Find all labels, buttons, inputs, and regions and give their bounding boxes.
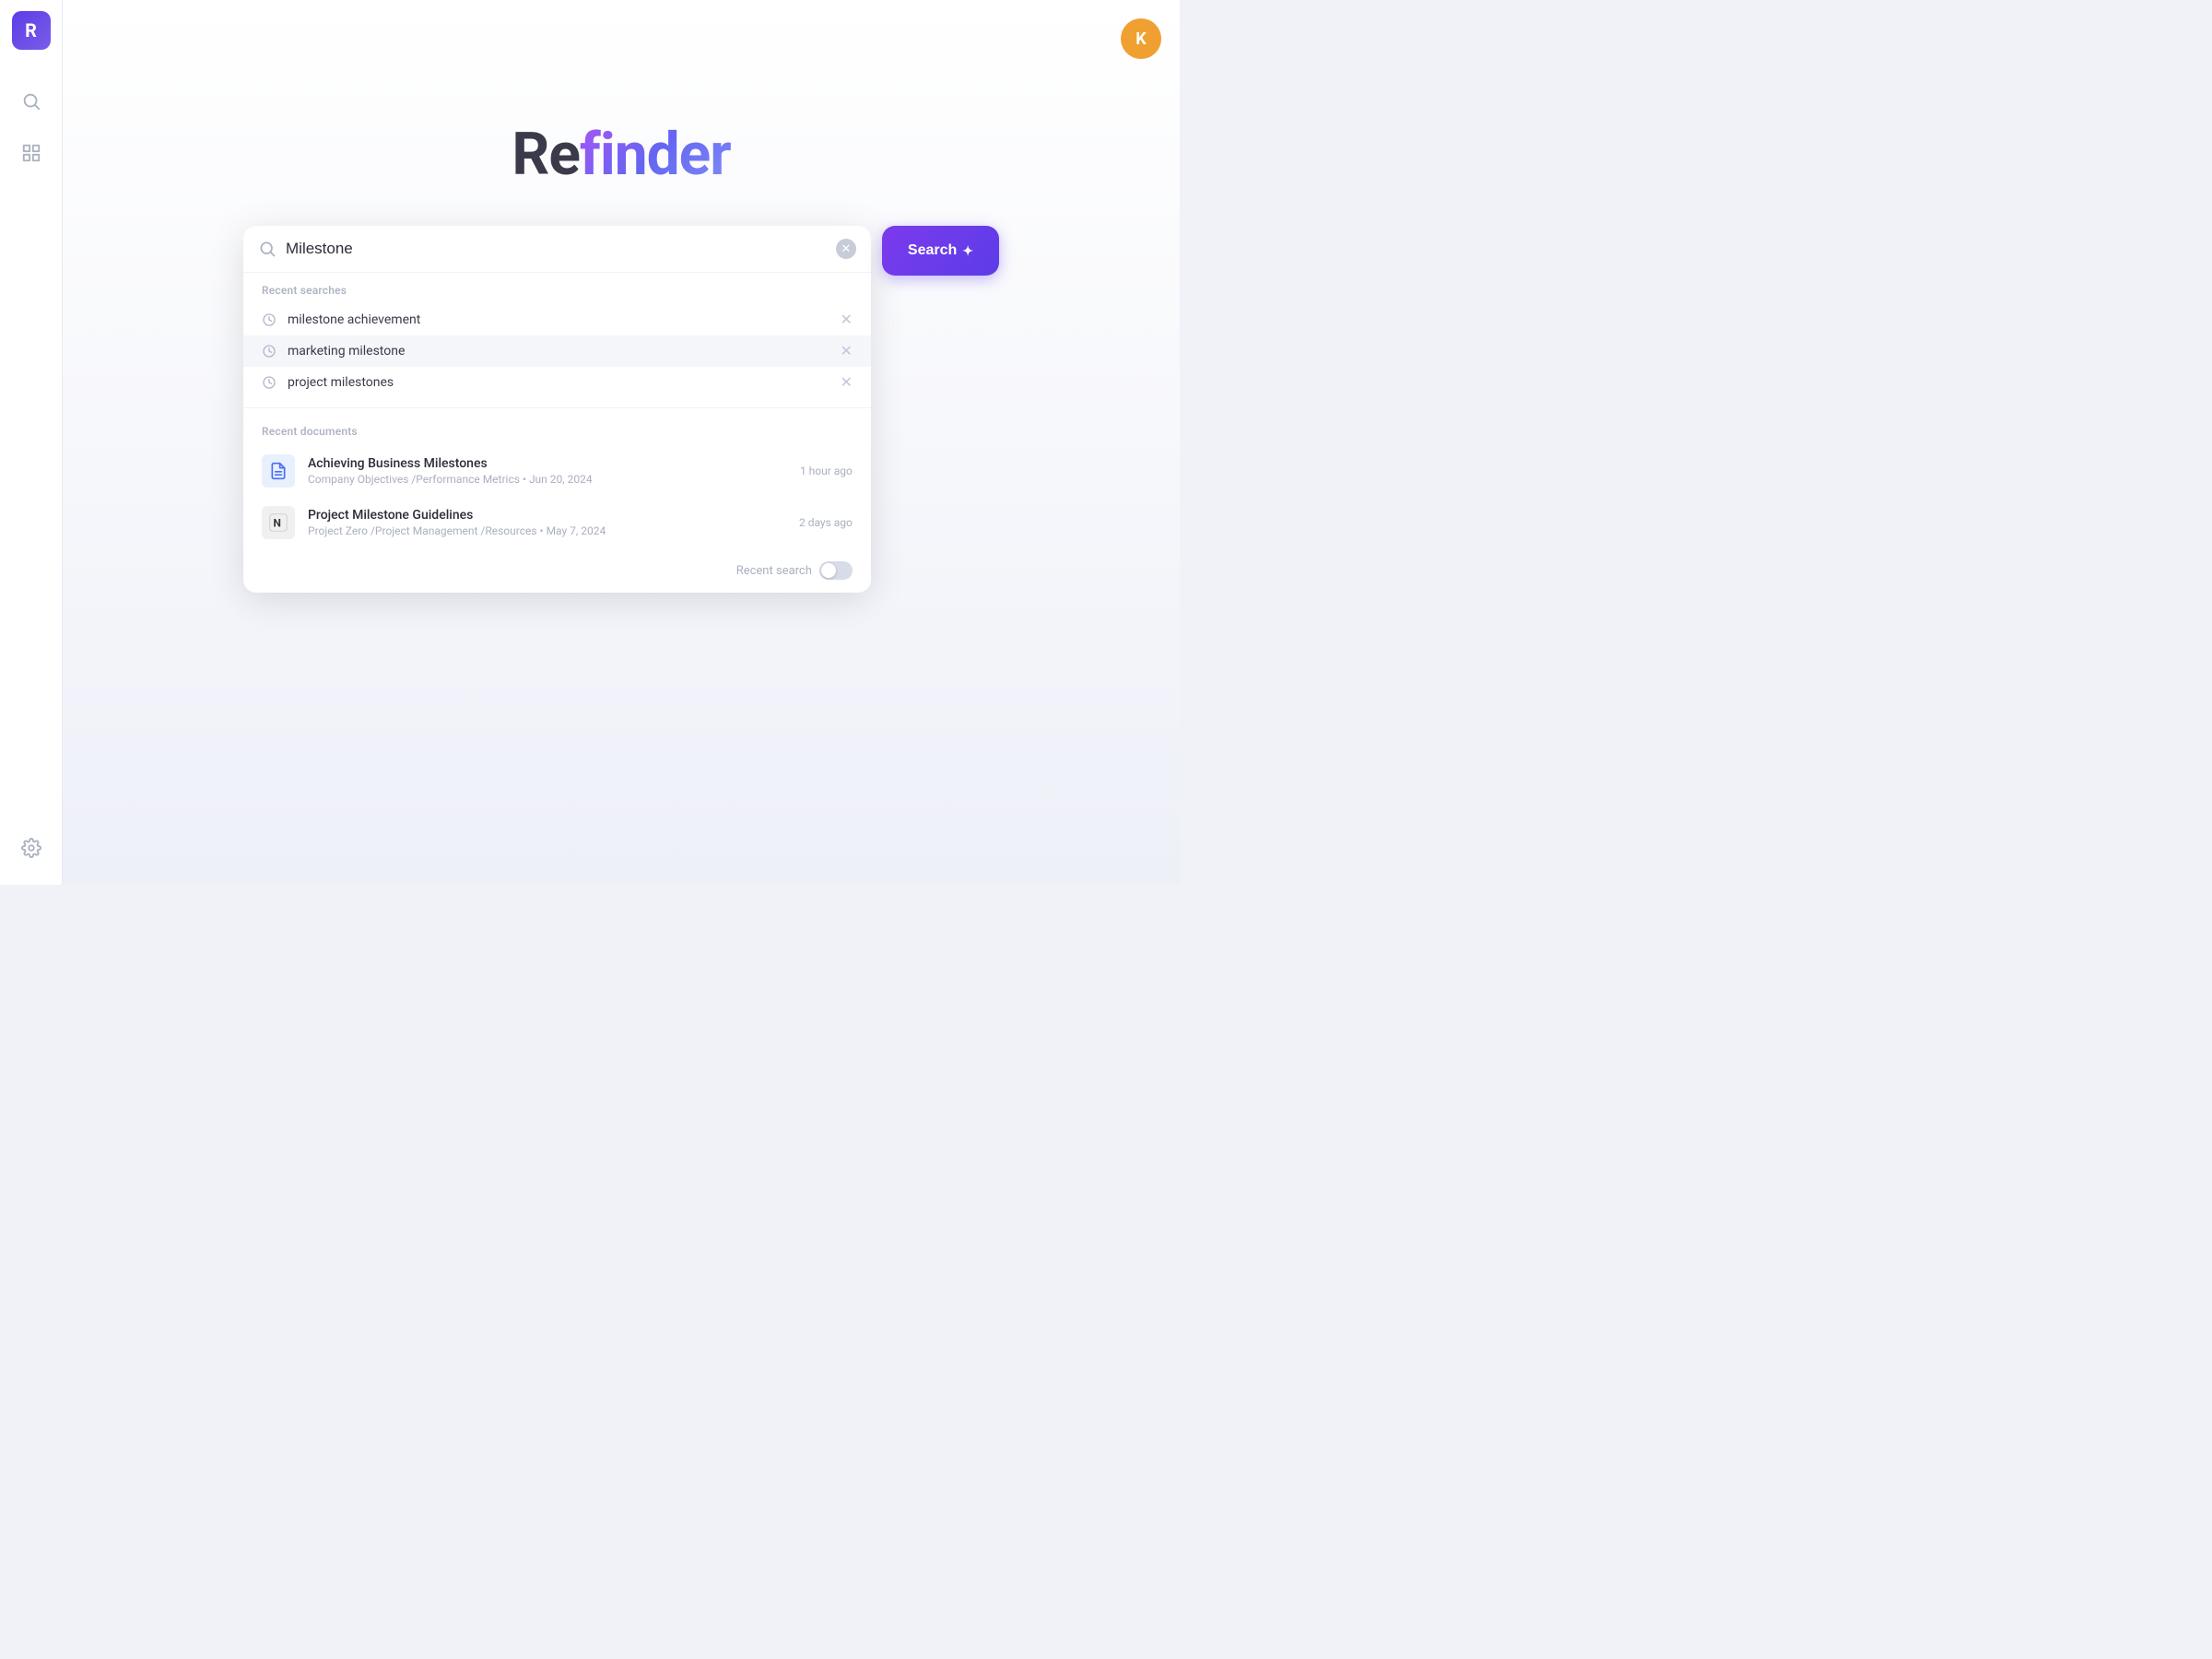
logo-finder: finder [580, 120, 731, 189]
search-input-row: ✕ [243, 226, 871, 273]
recent-search-item[interactable]: marketing milestone ✕ [243, 335, 871, 367]
recent-search-text: marketing milestone [288, 344, 829, 359]
clock-icon [262, 312, 276, 327]
user-avatar[interactable]: K [1121, 18, 1161, 59]
recent-search-label: Recent search [736, 564, 812, 578]
divider [243, 407, 871, 408]
recent-searches-section: Recent searches milestone achievement ✕ [243, 273, 871, 402]
app-logo: Refinder [512, 120, 730, 189]
recent-search-item[interactable]: project milestones ✕ [243, 367, 871, 398]
recent-documents-section: Recent documents Achieving Business Mile… [243, 414, 871, 552]
recent-documents-label: Recent documents [243, 425, 871, 445]
sidebar-item-grid[interactable] [11, 133, 52, 173]
main-content: K Refinder ✕ Recent searches [63, 0, 1180, 885]
remove-search-icon[interactable]: ✕ [840, 375, 852, 390]
search-area: ✕ Recent searches milestone achievement … [243, 226, 999, 593]
recent-search-item[interactable]: milestone achievement ✕ [243, 304, 871, 335]
doc-path: Project Zero /Project Management /Resour… [308, 524, 786, 537]
search-container: ✕ Recent searches milestone achievement … [243, 226, 871, 593]
search-clear-button[interactable]: ✕ [836, 239, 856, 259]
search-icon [258, 240, 276, 258]
remove-search-icon[interactable]: ✕ [840, 312, 852, 327]
remove-search-icon[interactable]: ✕ [840, 344, 852, 359]
sidebar-item-search[interactable] [11, 81, 52, 122]
recent-search-toggle[interactable] [819, 561, 853, 580]
doc-info: Achieving Business Milestones Company Ob… [308, 456, 787, 486]
doc-title: Achieving Business Milestones [308, 456, 787, 471]
doc-title: Project Milestone Guidelines [308, 508, 786, 523]
recent-search-text: project milestones [288, 375, 829, 390]
doc-icon-notion: N [262, 506, 295, 539]
sidebar-item-settings[interactable] [11, 828, 52, 868]
recent-search-text: milestone achievement [288, 312, 829, 327]
doc-icon-blue [262, 454, 295, 488]
sidebar: R [0, 0, 63, 885]
doc-path: Company Objectives /Performance Metrics … [308, 473, 787, 486]
recent-searches-label: Recent searches [243, 284, 871, 304]
sidebar-logo[interactable]: R [12, 11, 51, 50]
doc-info: Project Milestone Guidelines Project Zer… [308, 508, 786, 537]
doc-item[interactable]: Achieving Business Milestones Company Ob… [243, 445, 871, 497]
dropdown-footer: Recent search [243, 552, 871, 593]
search-input[interactable] [286, 240, 827, 258]
clock-icon [262, 344, 276, 359]
search-button-label: Search [908, 242, 957, 259]
sparkle-icon: ✦ [962, 243, 973, 259]
logo-re: Re [512, 120, 580, 189]
doc-time: 1 hour ago [800, 465, 853, 477]
doc-item[interactable]: N Project Milestone Guidelines Project Z… [243, 497, 871, 548]
clock-icon [262, 375, 276, 390]
doc-time: 2 days ago [799, 516, 853, 529]
svg-text:N: N [274, 517, 281, 530]
search-button[interactable]: Search ✦ [882, 226, 999, 276]
